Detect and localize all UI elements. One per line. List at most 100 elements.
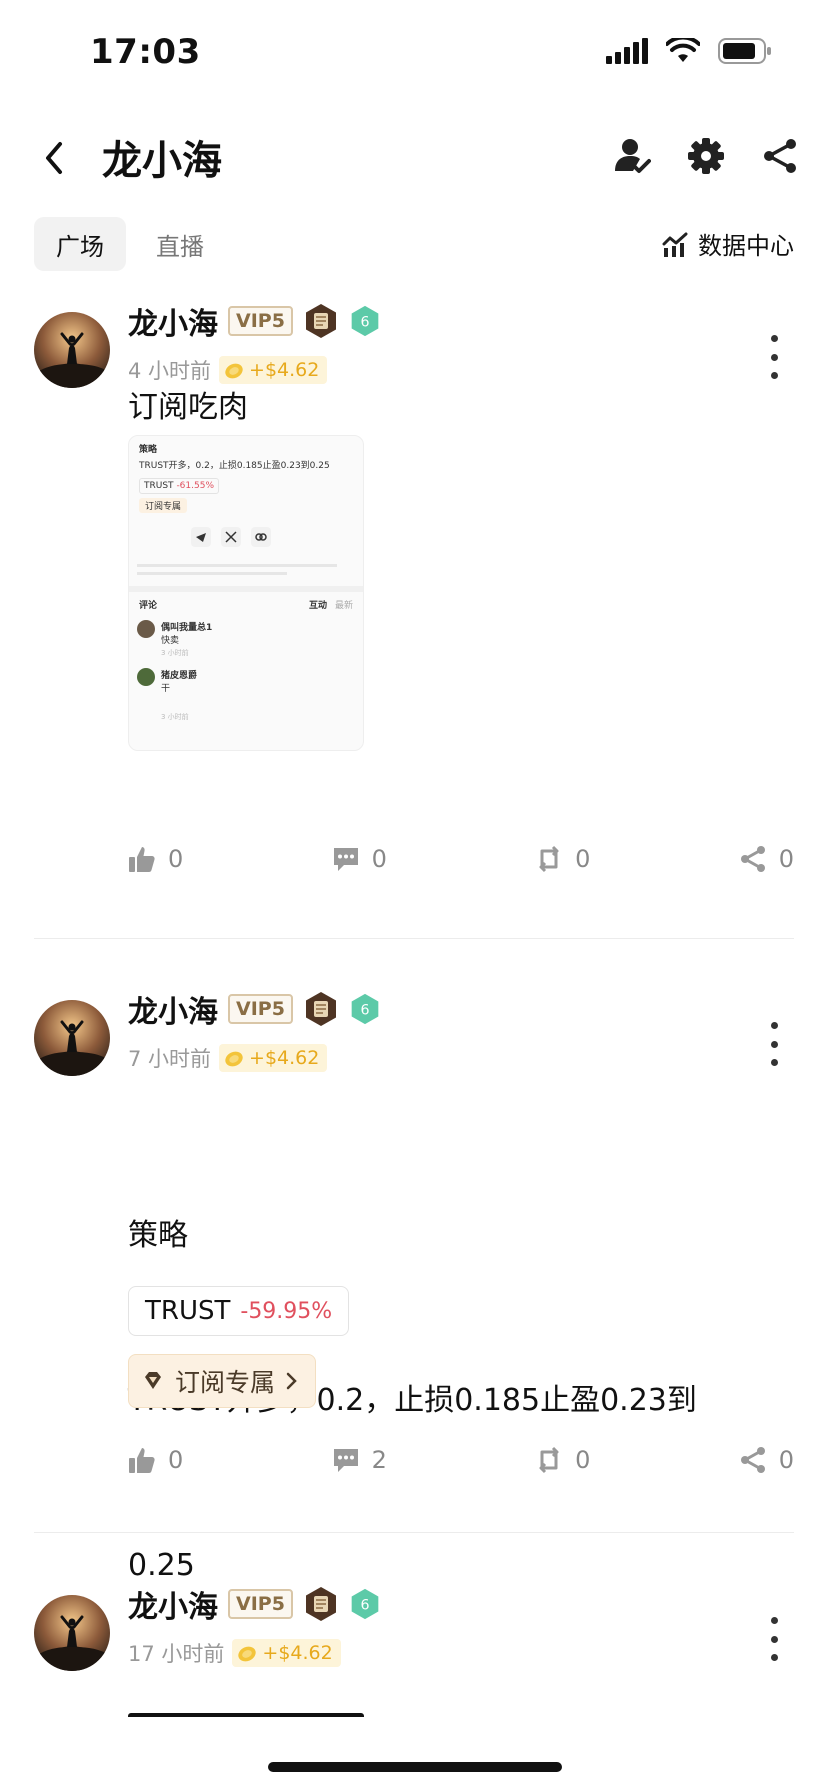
coin-change: -59.95% xyxy=(240,1298,333,1324)
share-count: 0 xyxy=(778,1446,794,1474)
more-options-button[interactable] xyxy=(764,1022,784,1066)
avatar[interactable] xyxy=(34,1000,110,1076)
post-card: 龙小海 VIP5 6 17 小时前 +$4.62 xyxy=(0,1587,828,1717)
coin-tag[interactable]: TRUST -59.95% xyxy=(128,1286,350,1336)
chevron-right-icon xyxy=(286,1372,297,1390)
level-number: 6 xyxy=(360,1002,369,1018)
comment-button[interactable]: 2 xyxy=(332,1446,387,1474)
thumbs-up-icon xyxy=(129,1448,155,1473)
repost-button[interactable]: 0 xyxy=(535,845,590,873)
like-count: 0 xyxy=(168,1446,184,1474)
level-badge-icon: 6 xyxy=(351,305,379,337)
post-stats: 0 0 0 0 xyxy=(128,845,794,873)
more-vertical-icon xyxy=(770,1617,778,1624)
avatar-image xyxy=(34,312,110,388)
tip-amount: +$4.62 xyxy=(249,359,320,381)
post-text-line: 策略 xyxy=(128,1218,188,1253)
comment-icon xyxy=(333,848,358,871)
data-center-label: 数据中心 xyxy=(698,232,794,260)
tab-bar: 广场 直播 xyxy=(34,217,226,271)
repost-count: 0 xyxy=(575,1446,591,1474)
repost-button[interactable]: 0 xyxy=(535,1446,590,1474)
back-button[interactable] xyxy=(34,130,74,186)
tab-live[interactable]: 直播 xyxy=(134,217,226,271)
chart-icon xyxy=(662,232,688,257)
thumb-commenter-time: 3 小时前 xyxy=(161,713,189,721)
author-row: 龙小海 VIP5 6 xyxy=(128,299,381,343)
chevron-left-icon xyxy=(46,142,62,174)
tip-badge: +$4.62 xyxy=(219,1044,328,1072)
share-post-button[interactable]: 0 xyxy=(739,845,794,873)
signal-icon xyxy=(606,38,648,64)
share-icon xyxy=(740,1447,765,1473)
more-options-button[interactable] xyxy=(764,1617,784,1661)
header: 龙小海 xyxy=(0,110,828,210)
thumb-commenter-avatar xyxy=(137,620,155,638)
more-vertical-icon xyxy=(770,1022,778,1029)
avatar[interactable] xyxy=(34,312,110,388)
gear-icon xyxy=(688,138,724,174)
subscribe-label: 订阅专属 xyxy=(175,1368,276,1397)
subscribe-exclusive-button[interactable]: 订阅专属 xyxy=(128,1354,317,1408)
more-vertical-icon xyxy=(770,335,778,342)
repost-count: 0 xyxy=(575,845,591,873)
share-button[interactable] xyxy=(758,128,802,184)
thumb-commenter-time: 3 小时前 xyxy=(161,649,189,657)
thumb-coin-tag: TRUST -61.55% xyxy=(139,478,220,494)
thumb-coin-change: -61.55% xyxy=(176,481,215,491)
thumb-tab-other: 最新 xyxy=(335,601,354,611)
author-name[interactable]: 龙小海 xyxy=(128,1582,218,1626)
data-center-link[interactable]: 数据中心 xyxy=(662,226,794,261)
like-count: 0 xyxy=(168,845,184,873)
home-indicator xyxy=(268,1762,562,1772)
tip-badge: +$4.62 xyxy=(232,1639,341,1667)
thumb-commenter-name: 猪皮恩爵 xyxy=(161,671,198,681)
coin-icon xyxy=(225,1051,243,1067)
badge-icon xyxy=(305,992,336,1026)
more-options-button[interactable] xyxy=(764,335,784,379)
thumb-title: 策略 xyxy=(139,445,158,455)
comment-icon xyxy=(333,1449,358,1472)
like-button[interactable]: 0 xyxy=(128,1446,183,1474)
page-title: 龙小海 xyxy=(102,138,222,184)
comment-button[interactable]: 0 xyxy=(332,845,387,873)
post-image-partial[interactable] xyxy=(128,1713,364,1717)
thumb-coin: TRUST xyxy=(144,481,174,491)
thumb-line: TRUST开多，0.2，止损0.185止盈0.23到0.25 xyxy=(139,461,330,471)
settings-button[interactable] xyxy=(684,128,728,184)
like-button[interactable]: 0 xyxy=(128,845,183,873)
status-icons xyxy=(606,38,772,64)
comment-count: 2 xyxy=(371,1446,387,1474)
badge-icon xyxy=(305,304,336,338)
user-check-icon xyxy=(615,139,651,173)
author-name[interactable]: 龙小海 xyxy=(128,987,218,1031)
meta-row: 17 小时前 +$4.62 xyxy=(128,1638,341,1668)
avatar-image xyxy=(34,1595,110,1671)
thumb-commenter-name: 偶叫我量总1 xyxy=(161,623,213,633)
post-card: 龙小海 VIP5 6 4 小时前 +$4.62 订阅吃肉 策略 TRUST开多，… xyxy=(0,300,828,940)
share-count: 0 xyxy=(778,845,794,873)
vip-badge: VIP5 xyxy=(228,1589,293,1619)
author-name[interactable]: 龙小海 xyxy=(128,299,218,343)
profile-button[interactable] xyxy=(610,128,654,184)
thumb-share-icons xyxy=(191,527,271,547)
author-row: 龙小海 VIP5 6 xyxy=(128,987,381,1031)
repost-icon xyxy=(539,845,559,873)
post-card: 龙小海 VIP5 6 7 小时前 +$4.62 策略 TRUST开多，0.2，止… xyxy=(0,992,828,1583)
battery-icon xyxy=(718,38,771,64)
share-icon xyxy=(764,139,796,173)
diamond-icon xyxy=(145,1372,161,1389)
tab-square[interactable]: 广场 xyxy=(34,217,126,271)
share-post-button[interactable]: 0 xyxy=(739,1446,794,1474)
thumb-separator xyxy=(129,586,363,592)
meta-row: 7 小时前 +$4.62 xyxy=(128,1043,328,1073)
post-stats: 0 2 0 0 xyxy=(128,1446,794,1474)
coin-icon xyxy=(238,1646,257,1662)
vip-badge: VIP5 xyxy=(228,994,293,1024)
avatar[interactable] xyxy=(34,1595,110,1671)
thumb-tab-active: 互动 xyxy=(309,601,328,611)
comment-count: 0 xyxy=(371,845,387,873)
thumbs-up-icon xyxy=(129,847,155,872)
tip-amount: +$4.62 xyxy=(262,1642,333,1664)
post-image[interactable]: 策略 TRUST开多，0.2，止损0.185止盈0.23到0.25 TRUST … xyxy=(128,435,364,751)
